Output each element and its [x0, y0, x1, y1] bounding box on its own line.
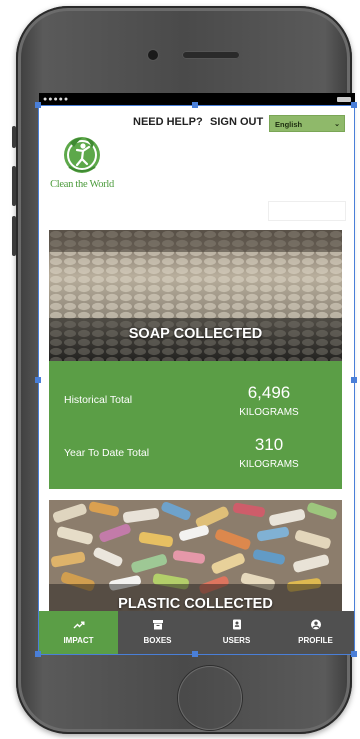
ytd-total-unit: KILOGRAMS: [239, 459, 299, 470]
logo-emblem-icon: [64, 137, 100, 173]
resize-handle[interactable]: [192, 102, 198, 108]
mute-switch: [12, 126, 16, 148]
resize-handle[interactable]: [351, 102, 357, 108]
historical-total-unit: KILOGRAMS: [239, 407, 299, 418]
contact-card-icon: [232, 619, 241, 630]
logo-wordmark: Clean the World: [50, 179, 114, 190]
sign-out-link[interactable]: SIGN OUT: [210, 116, 263, 128]
top-nav: NEED HELP? SIGN OUT English ⌄: [39, 113, 355, 133]
earpiece-speaker: [182, 51, 240, 59]
need-help-link[interactable]: NEED HELP?: [133, 116, 203, 128]
historical-total-value: 6,496: [247, 383, 291, 402]
soap-collected-title: SOAP COLLECTED: [128, 326, 263, 342]
soap-photo: SOAP COLLECTED: [49, 230, 342, 361]
user-circle-icon: [310, 619, 321, 630]
clean-the-world-logo: Clean the World: [47, 133, 117, 195]
language-select[interactable]: English ⌄: [269, 115, 345, 132]
tab-boxes[interactable]: BOXES: [118, 611, 197, 655]
resize-handle[interactable]: [351, 377, 357, 383]
tab-impact-label: IMPACT: [63, 636, 94, 645]
trending-up-icon: [73, 621, 84, 629]
archive-box-icon: [152, 620, 163, 630]
plastic-photo: PLASTIC COLLECTED: [49, 500, 342, 611]
tab-users[interactable]: USERS: [197, 611, 276, 655]
language-selected-value: English: [275, 120, 303, 129]
tab-impact[interactable]: IMPACT: [39, 611, 118, 655]
tab-users-label: USERS: [222, 636, 251, 645]
bottom-tab-bar: IMPACT BOXES USERS PROFILE: [39, 611, 355, 655]
resize-handle[interactable]: [35, 377, 41, 383]
tab-profile[interactable]: PROFILE: [276, 611, 355, 655]
plastic-bottles-image: [49, 500, 342, 611]
battery-icon: [337, 97, 351, 102]
chevron-down-icon: ⌄: [334, 121, 340, 128]
resize-handle[interactable]: [351, 651, 357, 657]
resize-handle[interactable]: [192, 651, 198, 657]
historical-total-label: Historical Total: [64, 394, 133, 406]
front-camera: [148, 50, 158, 60]
soap-stats-panel: Historical Total 6,496 KILOGRAMS Year To…: [49, 361, 342, 489]
resize-handle[interactable]: [35, 651, 41, 657]
volume-down-button: [12, 216, 16, 256]
empty-field: [268, 201, 346, 221]
ytd-total-value: 310: [254, 435, 284, 454]
home-button[interactable]: [178, 666, 242, 730]
app-screen: ●●●●● NEED HELP? SIGN OUT English ⌄ Clea…: [39, 93, 355, 655]
ytd-total-label: Year To Date Total: [64, 447, 150, 459]
resize-handle[interactable]: [35, 102, 41, 108]
tab-profile-label: PROFILE: [298, 636, 333, 645]
volume-up-button: [12, 166, 16, 206]
plastic-collected-title: PLASTIC COLLECTED: [118, 596, 273, 611]
tab-boxes-label: BOXES: [143, 636, 172, 645]
